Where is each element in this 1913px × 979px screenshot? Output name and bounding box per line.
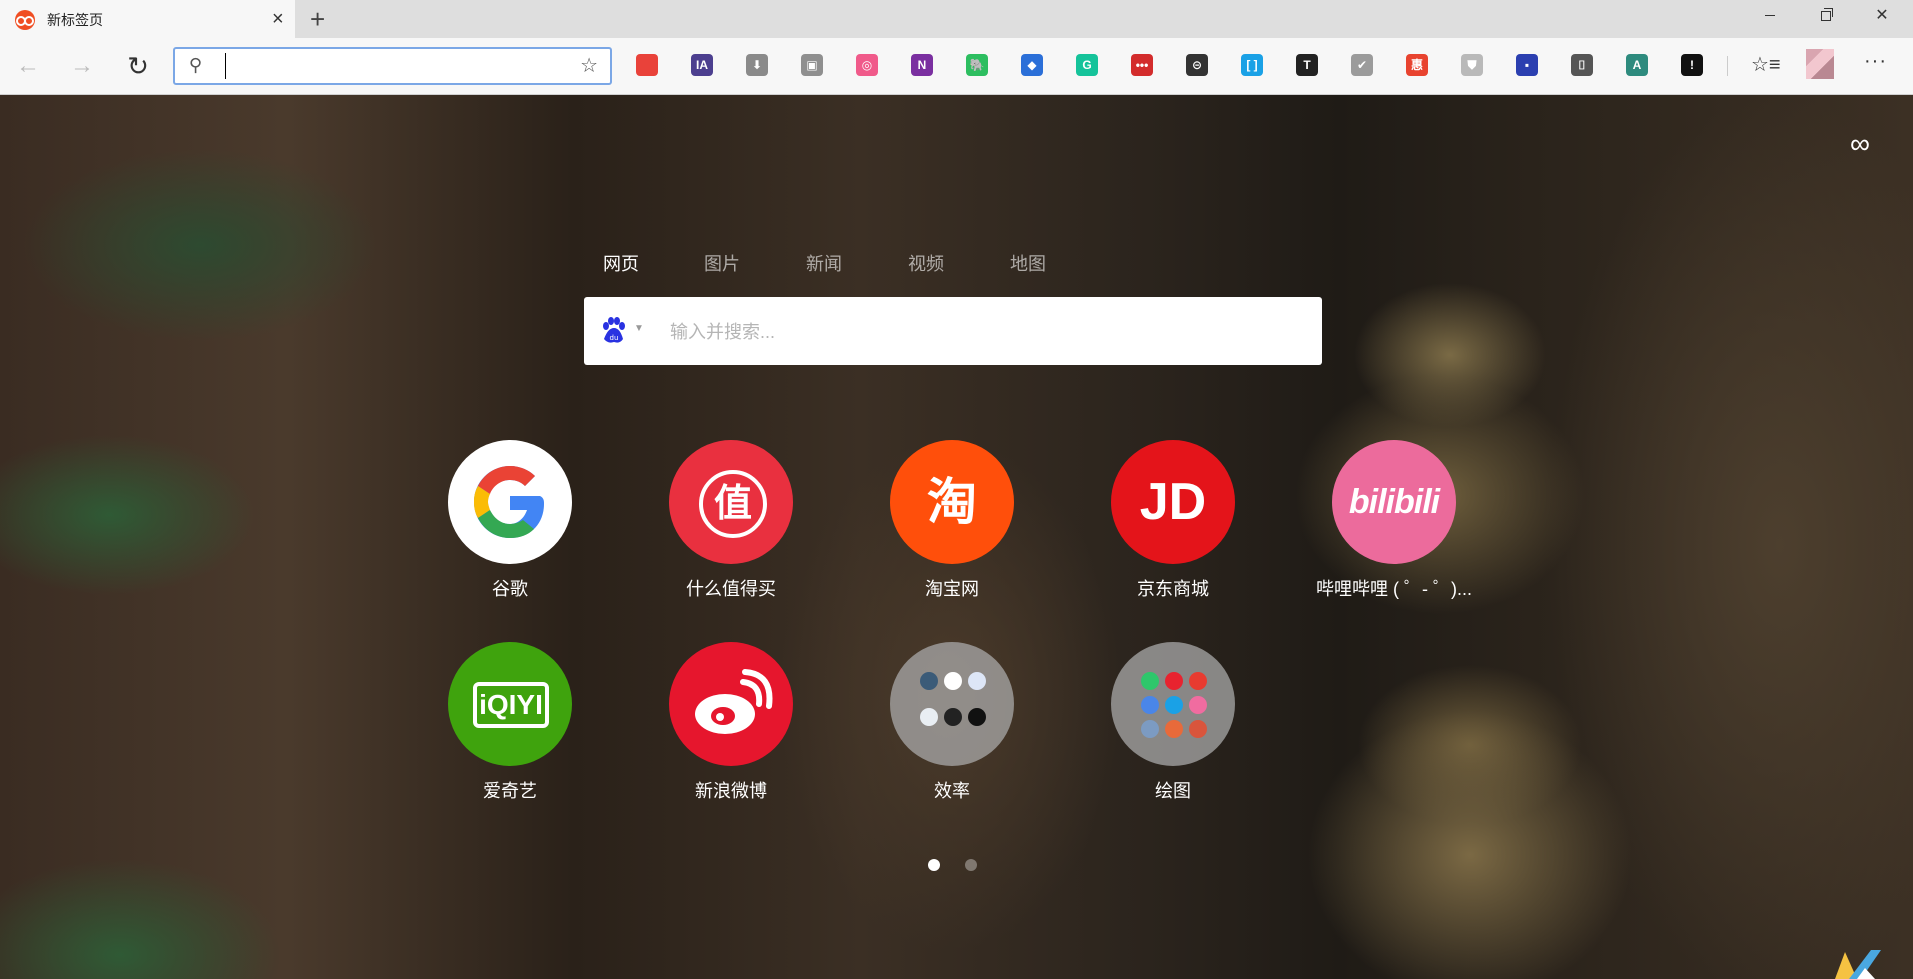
text-ext-icon[interactable]: T [1296,54,1318,76]
download-ext-icon[interactable]: ⬇ [746,54,768,76]
infinity-settings-icon[interactable]: ∞ [1850,128,1870,160]
shortcut-label: 谷歌 [492,579,528,599]
shortcut-label: 什么值得买 [686,579,776,599]
search-tab-news[interactable]: 新闻 [806,250,842,276]
translate-ext-icon[interactable]: A [1626,54,1648,76]
forward-button[interactable]: → [66,50,98,82]
favorites-list-icon[interactable]: ☆≡ [1751,52,1781,77]
weibo-icon [669,642,793,766]
back-button[interactable]: ← [12,50,44,82]
corner-brand-icon [1835,950,1881,979]
tabs-ext-icon[interactable]: ▣ [801,54,823,76]
minimize-button[interactable] [1747,2,1793,32]
reload-button[interactable]: ↻ [122,50,154,82]
iqiyi-icon: iQIYI [448,642,572,766]
toolbar-divider [1727,56,1728,76]
smzdm-icon: 值 [669,440,793,564]
chrome-like-ext-icon[interactable] [636,54,658,76]
jd-icon: JD [1111,440,1235,564]
shortcut-label: 哔哩哔哩 ( ゜- ゜)... [1316,579,1472,599]
pink-ext-icon[interactable]: ◎ [856,54,878,76]
shortcut-label: 爱奇艺 [483,781,537,801]
tab-title: 新标签页 [47,12,103,28]
shortcut-folder-drawing[interactable]: 绘图 [1063,642,1283,803]
google-icon [448,440,572,564]
ia-writer-ext-icon[interactable]: IA [691,54,713,76]
shortcut-label: 京东商城 [1137,579,1209,599]
search-tab-video[interactable]: 视频 [908,250,944,276]
shortcut-folder-efficiency[interactable]: 效率 [842,642,1062,803]
blue-doc-ext-icon[interactable]: ▪ [1516,54,1538,76]
page-dot-2[interactable] [965,859,977,871]
new-tab-button[interactable]: + [310,4,325,34]
profile-avatar[interactable] [1806,49,1834,79]
check-ext-icon[interactable]: ✔ [1351,54,1373,76]
shortcut-google[interactable]: 谷歌 [400,440,620,601]
hui-ext-icon[interactable]: 惠 [1406,54,1428,76]
shortcut-jd[interactable]: JD 京东商城 [1063,440,1283,601]
favorite-star-icon[interactable]: ☆ [580,53,598,78]
shortcut-label: 淘宝网 [925,579,979,599]
bilibili-icon: bilibili [1332,440,1456,564]
shortcut-label: 新浪微博 [695,781,767,801]
taobao-icon: 淘 [890,440,1014,564]
shortcut-iqiyi[interactable]: iQIYI 爱奇艺 [400,642,620,803]
onenote-ext-icon[interactable]: N [911,54,933,76]
search-tab-map[interactable]: 地图 [1010,250,1046,276]
search-tab-images[interactable]: 图片 [704,250,740,276]
shortcut-smzdm[interactable]: 值 什么值得买 [621,440,841,601]
exclaim-ext-icon[interactable]: ! [1681,54,1703,76]
shortcut-label: 效率 [934,781,970,801]
search-tab-web[interactable]: 网页 [603,250,639,276]
infinity-favicon-icon [15,10,35,30]
page-dot-1[interactable] [928,859,940,871]
shortcut-taobao[interactable]: 淘 淘宝网 [842,440,1062,601]
more-menu-icon[interactable]: ··· [1864,50,1887,73]
svg-text:du: du [610,334,619,342]
link-ext-icon[interactable]: ⊝ [1186,54,1208,76]
shortcut-label: 绘图 [1155,781,1191,801]
camera-ext-icon[interactable]: ⌷ [1571,54,1593,76]
address-bar[interactable]: ⚲ ☆ [173,47,612,85]
drawing-folder-icon [1111,642,1235,766]
restore-button[interactable] [1803,2,1849,32]
title-bar: 新标签页 × + ✕ [0,0,1913,38]
blue-cap-ext-icon[interactable]: ◆ [1021,54,1043,76]
tab-new-tab[interactable]: 新标签页 × [0,0,295,38]
efficiency-folder-icon [890,642,1014,766]
grammarly-ext-icon[interactable]: G [1076,54,1098,76]
shortcut-weibo[interactable]: 新浪微博 [621,642,841,803]
search-input[interactable] [668,317,1292,347]
engine-dropdown-icon[interactable]: ▼ [634,323,644,334]
close-window-button[interactable]: ✕ [1859,2,1905,32]
red-dots-ext-icon[interactable]: ••• [1131,54,1153,76]
toolbar: ← → ↻ ⚲ ☆ IA ⬇ ▣ ◎ N 🐘 ◆ G ••• ⊝ [ ] T ✔ 惠 ⛊ ▪ ⌷ A! ☆≡ ··… [0,38,1913,95]
search-icon: ⚲ [189,55,203,75]
search-box: du ▼ [584,297,1322,365]
brackets-ext-icon[interactable]: [ ] [1241,54,1263,76]
baidu-paw-icon[interactable]: du [600,317,626,345]
evernote-ext-icon[interactable]: 🐘 [966,54,988,76]
tab-close-icon[interactable]: × [272,7,284,31]
address-input[interactable] [225,53,550,79]
shortcut-bilibili[interactable]: bilibili 哔哩哔哩 ( ゜- ゜)... [1284,440,1504,601]
shield-ext-icon[interactable]: ⛊ [1461,54,1483,76]
